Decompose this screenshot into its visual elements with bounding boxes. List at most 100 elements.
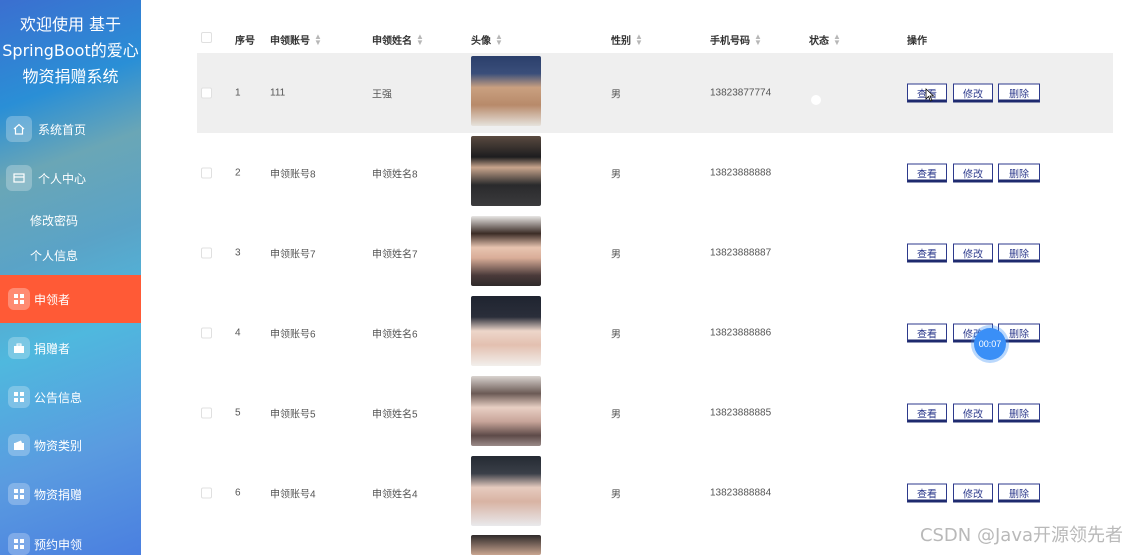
avatar — [471, 535, 541, 555]
row-checkbox[interactable] — [201, 87, 212, 99]
sort-icon: ▲ ▼ — [416, 31, 424, 47]
sidebar-item-donor[interactable]: 捐赠者 — [0, 324, 141, 372]
edit-button[interactable]: 修改 — [953, 243, 993, 263]
recording-timer: 00:07 — [974, 328, 1006, 360]
header-phone[interactable]: 手机号码 ▲ ▼ — [710, 32, 762, 47]
row-gender: 男 — [611, 489, 621, 501]
row-gender: 男 — [611, 409, 621, 421]
edit-button[interactable]: 修改 — [953, 403, 993, 423]
sidebar-item-material-donation[interactable]: 物资捐赠 — [0, 470, 141, 518]
header-account[interactable]: 申领账号 ▲ ▼ — [270, 32, 322, 47]
select-all-checkbox[interactable] — [201, 32, 212, 43]
avatar — [471, 56, 541, 126]
row-checkbox[interactable] — [201, 487, 212, 499]
edit-button[interactable]: 修改 — [953, 83, 993, 103]
header-name[interactable]: 申领姓名 ▲ ▼ — [372, 32, 424, 47]
avatar — [471, 136, 541, 206]
sort-icon: ▲ ▼ — [635, 31, 643, 47]
row-phone: 13823888884 — [710, 487, 772, 499]
row-phone: 13823877774 — [710, 87, 772, 99]
row-gender: 男 — [611, 249, 621, 261]
header-avatar[interactable]: 头像 ▲ ▼ — [471, 32, 503, 47]
system-title: 欢迎使用 基于 SpringBoot的爱心 物资捐赠系统 — [0, 12, 141, 90]
row-name: 申领姓名5 — [372, 409, 418, 421]
sort-icon: ▲ ▼ — [314, 31, 322, 47]
header-index: 序号 — [235, 36, 255, 47]
view-button[interactable]: 查看 — [907, 243, 947, 263]
sidebar-item-label: 捐赠者 — [34, 341, 71, 356]
sidebar-item-personal-center[interactable]: 个人中心 — [0, 154, 141, 202]
row-account: 申领账号8 — [270, 169, 316, 181]
grid-icon — [8, 288, 30, 310]
system-title-line-1: 欢迎使用 基于 — [19, 15, 122, 34]
delete-button[interactable]: 删除 — [998, 403, 1040, 423]
sidebar-item-announcements[interactable]: 公告信息 — [0, 373, 141, 421]
row-index: 3 — [235, 247, 241, 259]
row-checkbox[interactable] — [201, 167, 212, 179]
row-checkbox[interactable] — [201, 327, 212, 339]
row-account: 申领账号7 — [270, 249, 316, 261]
sort-icon: ▲ ▼ — [833, 31, 841, 47]
delete-button[interactable]: 删除 — [998, 483, 1040, 503]
row-phone: 13823888885 — [710, 407, 772, 419]
watermark: CSDN @Java开源领先者 — [919, 525, 1123, 546]
edit-button[interactable]: 修改 — [953, 483, 993, 503]
row-gender: 男 — [611, 89, 621, 101]
row-gender: 男 — [611, 169, 621, 181]
sidebar-item-label: 申领者 — [34, 292, 71, 307]
view-button[interactable]: 查看 — [907, 163, 947, 183]
row-index: 4 — [235, 327, 241, 339]
sidebar-item-label: 系统首页 — [38, 122, 87, 137]
row-account: 申领账号6 — [270, 329, 316, 341]
row-gender: 男 — [611, 329, 621, 341]
row-index: 6 — [235, 487, 241, 499]
sidebar-item-label: 预约申领 — [34, 537, 83, 552]
sort-icon: ▲ ▼ — [495, 31, 503, 47]
row-checkbox[interactable] — [201, 247, 212, 259]
sidebar-item-label: 个人中心 — [38, 171, 87, 186]
sidebar: 欢迎使用 基于 SpringBoot的爱心 物资捐赠系统 系统首页 个人中心 修… — [0, 0, 141, 555]
table-row: 3 申领账号7 申领姓名7 男 13823888887 查看 修改 删除 — [197, 213, 1113, 293]
edit-button[interactable]: 修改 — [953, 163, 993, 183]
row-checkbox[interactable] — [201, 407, 212, 419]
sidebar-item-applicant[interactable]: 申领者 — [0, 275, 141, 323]
system-title-line-2: SpringBoot的爱心 — [2, 41, 139, 60]
header-gender[interactable]: 性别 ▲ ▼ — [611, 32, 643, 47]
sidebar-item-label: 物资捐赠 — [34, 487, 83, 502]
row-name: 申领姓名7 — [372, 249, 418, 261]
briefcase-icon — [8, 337, 30, 359]
delete-button[interactable]: 删除 — [998, 163, 1040, 183]
sidebar-item-reservation[interactable]: 预约申领 — [0, 520, 141, 555]
row-account: 申领账号5 — [270, 409, 316, 421]
header-actions: 操作 — [907, 36, 927, 47]
sidebar-item-personal-info[interactable]: 个人信息 — [30, 247, 78, 264]
avatar — [471, 376, 541, 446]
wallet-icon — [8, 434, 30, 456]
sidebar-item-label: 物资类别 — [34, 438, 83, 453]
view-button[interactable]: 查看 — [907, 483, 947, 503]
sidebar-item-change-password[interactable]: 修改密码 — [30, 212, 78, 229]
row-account: 申领账号4 — [270, 489, 316, 501]
row-phone: 13823888888 — [710, 167, 772, 179]
row-index: 1 — [235, 87, 241, 99]
avatar — [471, 456, 541, 526]
sidebar-item-home[interactable]: 系统首页 — [0, 105, 141, 153]
grid-icon — [8, 386, 30, 408]
avatar — [471, 296, 541, 366]
mouse-cursor-icon — [925, 88, 935, 102]
view-button[interactable]: 查看 — [907, 323, 947, 343]
delete-button[interactable]: 删除 — [998, 83, 1040, 103]
sidebar-item-material-category[interactable]: 物资类别 — [0, 421, 141, 469]
header-status[interactable]: 状态 ▲ ▼ — [809, 32, 841, 47]
sidebar-item-label: 公告信息 — [34, 390, 83, 405]
view-button[interactable]: 查看 — [907, 403, 947, 423]
delete-button[interactable]: 删除 — [998, 243, 1040, 263]
row-phone: 13823888887 — [710, 247, 772, 259]
row-name: 申领姓名8 — [372, 169, 418, 181]
row-phone: 13823888886 — [710, 327, 772, 339]
home-icon — [6, 116, 32, 142]
avatar — [471, 216, 541, 286]
table-row: 4 申领账号6 申领姓名6 男 13823888886 查看 修改 删除 — [197, 293, 1113, 373]
row-index: 5 — [235, 407, 241, 419]
row-name: 申领姓名4 — [372, 489, 418, 501]
